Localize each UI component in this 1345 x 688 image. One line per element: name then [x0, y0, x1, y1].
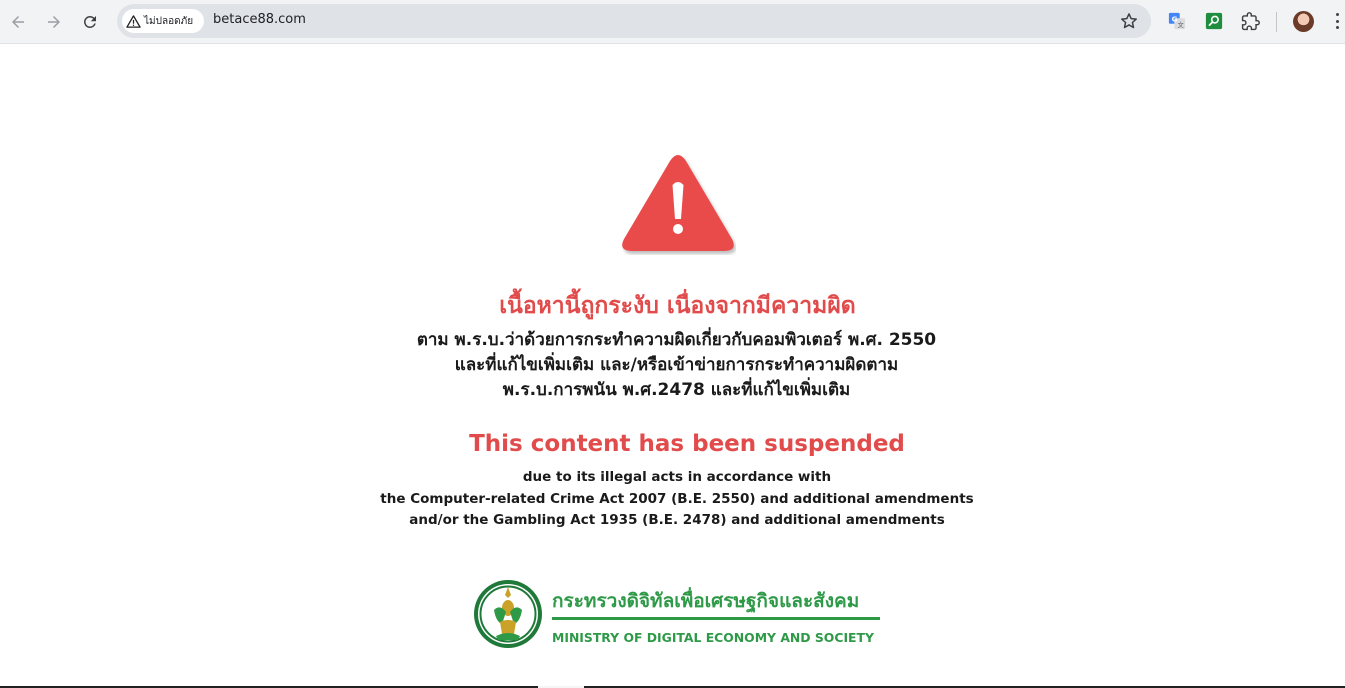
- english-line: and/or the Gambling Act 1935 (B.E. 2478)…: [409, 512, 945, 528]
- google-translate-extension[interactable]: G 文: [1167, 11, 1187, 31]
- reload-button[interactable]: [76, 8, 104, 36]
- avatar[interactable]: [1293, 11, 1314, 32]
- extensions-button[interactable]: [1240, 11, 1260, 31]
- warning-triangle-icon: [126, 14, 141, 28]
- warning-triangle-icon: [622, 155, 734, 251]
- english-suspension-body: due to its illegal acts in accordance wi…: [0, 467, 1345, 532]
- security-label: ไม่ปลอดภัย: [144, 15, 194, 27]
- thai-suspension-title: เนื้อหานี้ถูกระงับ เนื่องจากมีความผิด: [499, 293, 856, 319]
- puzzle-icon: [1241, 11, 1260, 30]
- ministry-seal-icon: [474, 580, 542, 648]
- reload-icon: [83, 15, 96, 28]
- page-content: เนื้อหานี้ถูกระงับ เนื่องจากมีความผิด ตา…: [0, 45, 1345, 688]
- ministry-name-english: MINISTRY OF DIGITAL ECONOMY AND SOCIETY: [552, 630, 874, 645]
- toolbar-divider: [1276, 12, 1277, 32]
- thai-suspension-body: ตาม พ.ร.บ.ว่าด้วยการกระทำความผิดเกี่ยวกั…: [0, 328, 1345, 403]
- google-translate-icon: G 文: [1168, 12, 1186, 30]
- address-bar[interactable]: ไม่ปลอดภัย betace88.com: [117, 4, 1151, 38]
- thai-line: และที่แก้ไขเพิ่มเติม และ/หรือเข้าข่ายการ…: [454, 355, 899, 375]
- more-vert-icon[interactable]: [1330, 11, 1344, 31]
- star-icon[interactable]: [1119, 11, 1139, 31]
- english-suspension-title: This content has been suspended: [469, 431, 905, 457]
- ministry-logo: กระทรวงดิจิทัลเพื่อเศรษฐกิจและสังคม MINI…: [472, 578, 882, 652]
- ministry-divider: [552, 617, 880, 620]
- svg-text:文: 文: [1177, 20, 1184, 29]
- search-extension-icon: [1205, 12, 1223, 30]
- thai-line: ตาม พ.ร.บ.ว่าด้วยการกระทำความผิดเกี่ยวกั…: [416, 330, 937, 350]
- english-line: due to its illegal acts in accordance wi…: [522, 469, 832, 485]
- search-extension[interactable]: [1204, 11, 1224, 31]
- ministry-name-thai: กระทรวงดิจิทัลเพื่อเศรษฐกิจและสังคม: [552, 590, 860, 612]
- forward-arrow-icon: [48, 16, 60, 28]
- english-line: the Computer-related Crime Act 2007 (B.E…: [380, 490, 974, 507]
- forward-button[interactable]: [40, 8, 68, 36]
- url-text[interactable]: betace88.com: [213, 12, 306, 27]
- thai-line: พ.ร.บ.การพนัน พ.ศ.2478 และที่แก้ไขเพิ่มเ…: [502, 380, 851, 400]
- back-arrow-icon: [12, 16, 24, 28]
- browser-toolbar: ไม่ปลอดภัย betace88.com G 文: [0, 0, 1345, 44]
- security-chip[interactable]: ไม่ปลอดภัย: [122, 9, 204, 33]
- back-button[interactable]: [4, 8, 32, 36]
